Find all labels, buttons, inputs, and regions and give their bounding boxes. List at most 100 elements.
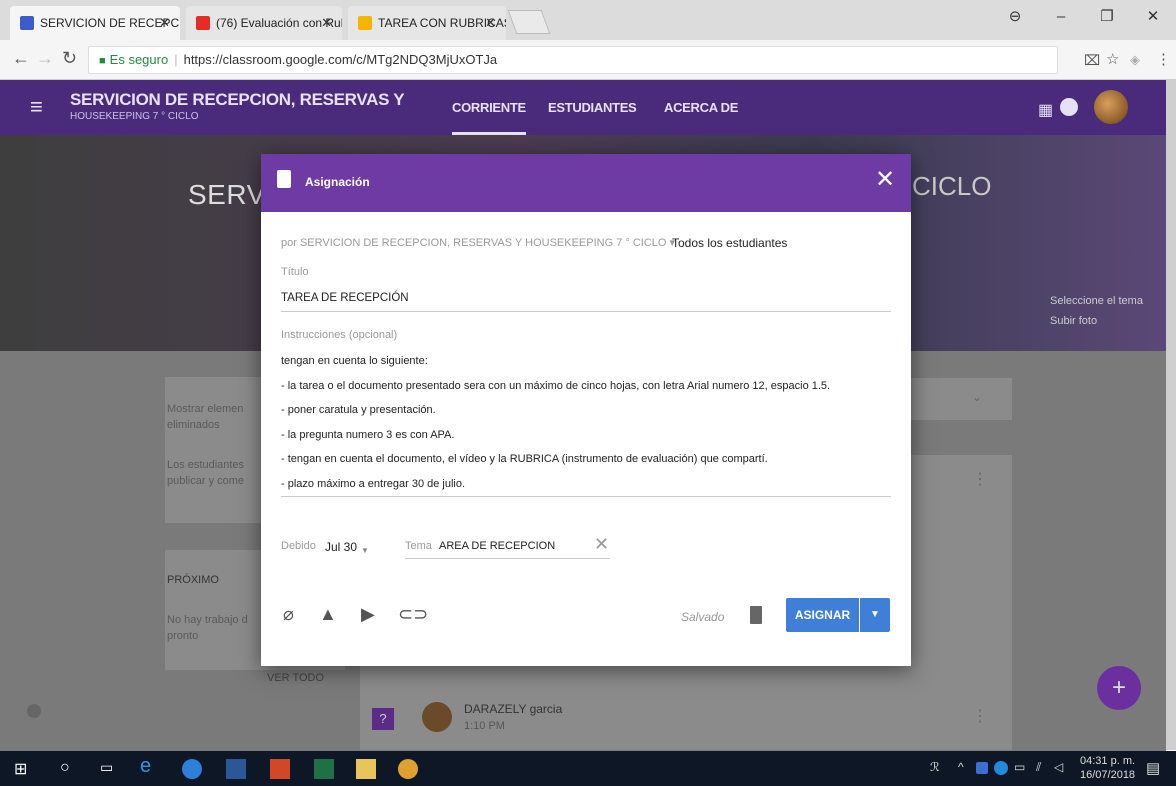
youtube-icon	[196, 16, 210, 30]
scrollbar[interactable]	[1166, 80, 1176, 750]
show-deleted-text[interactable]: Mostrar elemen eliminados	[167, 401, 257, 433]
due-date-select[interactable]: Jul 30	[325, 540, 357, 554]
classroom-header: ≡ SERVICION DE RECEPCION, RESERVAS Y HOU…	[0, 80, 1176, 135]
instruction-line: tengan en cuenta lo siguiente:	[281, 355, 428, 367]
select-theme-link[interactable]: Seleccione el tema	[1050, 295, 1143, 307]
assignment-dialog: Asignación ✕ por SERVICION DE RECEPCION,…	[261, 154, 911, 666]
tab-corriente[interactable]: CORRIENTE	[452, 100, 526, 135]
more-vert-icon[interactable]: ⋮	[972, 469, 988, 489]
apps-grid-icon[interactable]: ▦	[1038, 100, 1053, 120]
title-label: Título	[281, 266, 309, 278]
more-vert-icon[interactable]: ⋮	[972, 706, 988, 726]
info-icon[interactable]	[994, 761, 1008, 775]
for-prefix: por	[281, 237, 297, 249]
tab-estudiantes[interactable]: ESTUDIANTES	[548, 100, 637, 115]
cortana-icon[interactable]: ○	[60, 759, 80, 779]
link-icon[interactable]: ⊂⊃	[398, 604, 428, 625]
file-explorer-icon[interactable]	[356, 759, 376, 779]
avatar[interactable]	[1094, 90, 1128, 124]
browser-tab-drive[interactable]: TAREA CON RUBRICAS - ✕	[348, 6, 506, 40]
view-all-link[interactable]: VER TODO	[267, 672, 324, 684]
close-icon[interactable]: ✕	[875, 168, 895, 192]
clock-time: 04:31 p. m.	[1080, 755, 1136, 767]
topic-underline	[405, 558, 610, 559]
back-icon[interactable]: ←	[12, 48, 30, 69]
url-input[interactable]: ■ Es seguro | https://classroom.google.com/…	[88, 46, 1058, 74]
close-tab-icon[interactable]: ✕	[485, 6, 496, 40]
chrome-icon[interactable]	[398, 759, 418, 779]
attach-file-icon[interactable]: ⌀	[283, 604, 294, 625]
wifi-icon[interactable]: ⫽	[1036, 760, 1041, 775]
clear-topic-icon[interactable]: ✕	[594, 534, 609, 555]
hamburger-menu-icon[interactable]: ≡	[30, 94, 43, 120]
due-label: Debido	[281, 540, 316, 552]
task-view-icon[interactable]: ▭	[100, 759, 120, 779]
bluetooth-icon[interactable]	[976, 762, 988, 774]
tab-acerca-de[interactable]: ACERCA DE	[664, 100, 738, 115]
chrome-menu-icon[interactable]: ⋮	[1156, 50, 1171, 68]
windows-start-icon[interactable]: ⊞	[14, 759, 34, 779]
class-subtitle: HOUSEKEEPING 7 ° CICLO	[70, 111, 199, 122]
topic-input[interactable]: AREA DE RECEPCION	[439, 540, 555, 552]
assignment-icon	[277, 170, 291, 188]
translate-icon[interactable]: ⌧	[1084, 52, 1100, 69]
instructions-textarea[interactable]: tengan en cuenta lo siguiente: - la tare…	[281, 355, 891, 502]
close-window-button[interactable]: ✕	[1130, 0, 1176, 34]
maximize-button[interactable]: ❐	[1084, 0, 1130, 34]
chevron-up-icon[interactable]: ^	[958, 760, 964, 774]
banner-title-left: SERV	[188, 179, 266, 210]
avatar	[422, 702, 452, 732]
forward-icon[interactable]: →	[36, 48, 54, 69]
new-tab-button[interactable]	[507, 10, 551, 34]
extension-icon[interactable]: ◈	[1130, 52, 1140, 68]
help-icon[interactable]	[27, 704, 41, 718]
saved-status: Salvado	[681, 610, 725, 624]
browser-tab-classroom[interactable]: SERVICION DE RECEPCIO ✕	[10, 6, 180, 40]
students-selector[interactable]: Todos los estudiantes	[672, 236, 787, 250]
address-bar-row: ← → ↻ ■ Es seguro | https://classroom.googl…	[0, 40, 1176, 80]
youtube-icon[interactable]: ▶	[361, 604, 375, 625]
url-text: https://classroom.google.com/c/MTg2NDQ3M…	[183, 52, 498, 67]
people-icon[interactable]: ℛ	[930, 760, 940, 774]
trash-icon[interactable]	[750, 606, 762, 624]
excel-icon[interactable]	[314, 759, 334, 779]
title-input[interactable]: TAREA DE RECEPCIÓN	[281, 292, 409, 304]
classroom-icon	[20, 16, 34, 30]
upload-photo-link[interactable]: Subir foto	[1050, 315, 1097, 327]
chevron-down-icon[interactable]: ⌄	[972, 390, 982, 404]
assign-button[interactable]: ASIGNAR	[786, 598, 859, 632]
class-select-value: SERVICION DE RECEPCION, RESERVAS Y HOUSE…	[299, 237, 667, 249]
assign-dropdown-button[interactable]: ▼	[860, 598, 890, 632]
profile-icon[interactable]: ⊖	[992, 0, 1038, 34]
url-separator: |	[174, 52, 178, 67]
dialog-title: Asignación	[305, 175, 370, 189]
powerpoint-icon[interactable]	[270, 759, 290, 779]
clock-date: 16/07/2018	[1080, 769, 1136, 781]
close-tab-icon[interactable]: ✕	[321, 6, 332, 40]
topic-label: Tema	[405, 540, 432, 552]
bookmark-star-icon[interactable]: ☆	[1106, 50, 1119, 68]
volume-icon[interactable]: ◁	[1054, 760, 1063, 774]
browser-tab-youtube[interactable]: (76) Evaluación con Rubr ✕	[186, 6, 342, 40]
taskbar-clock[interactable]: 04:31 p. m. 16/07/2018	[1080, 754, 1135, 782]
word-icon[interactable]	[226, 759, 246, 779]
drive-icon	[358, 16, 372, 30]
edge-icon[interactable]: e	[140, 755, 160, 777]
upcoming-title: PRÓXIMO	[167, 574, 219, 586]
instruction-line: - la tarea o el documento presentado ser…	[281, 379, 831, 392]
windows-taskbar: ⊞ ○ ▭ e ℛ ^ ▭ ⫽ ◁ 04:31 p. m. 16/07/2018…	[0, 751, 1176, 786]
close-tab-icon[interactable]: ✕	[159, 6, 170, 40]
banner-title-right: CICLO	[912, 171, 992, 201]
notifications-center-icon[interactable]: ▤	[1146, 759, 1160, 777]
class-selector[interactable]: por SERVICION DE RECEPCION, RESERVAS Y H…	[281, 236, 675, 249]
drive-icon[interactable]: ▲	[319, 604, 337, 625]
instruction-line: - plazo máximo a entregar 30 de julio.	[281, 477, 466, 490]
battery-icon[interactable]: ▭	[1014, 760, 1025, 774]
minimize-button[interactable]: –	[1038, 0, 1084, 34]
notifications-icon[interactable]	[1060, 98, 1078, 116]
class-title[interactable]: SERVICION DE RECEPCION, RESERVAS Y	[70, 90, 405, 110]
reload-icon[interactable]: ↻	[62, 48, 77, 69]
chat-icon[interactable]	[182, 759, 202, 779]
chevron-down-icon[interactable]: ▼	[361, 546, 369, 555]
add-button[interactable]: +	[1097, 666, 1141, 710]
